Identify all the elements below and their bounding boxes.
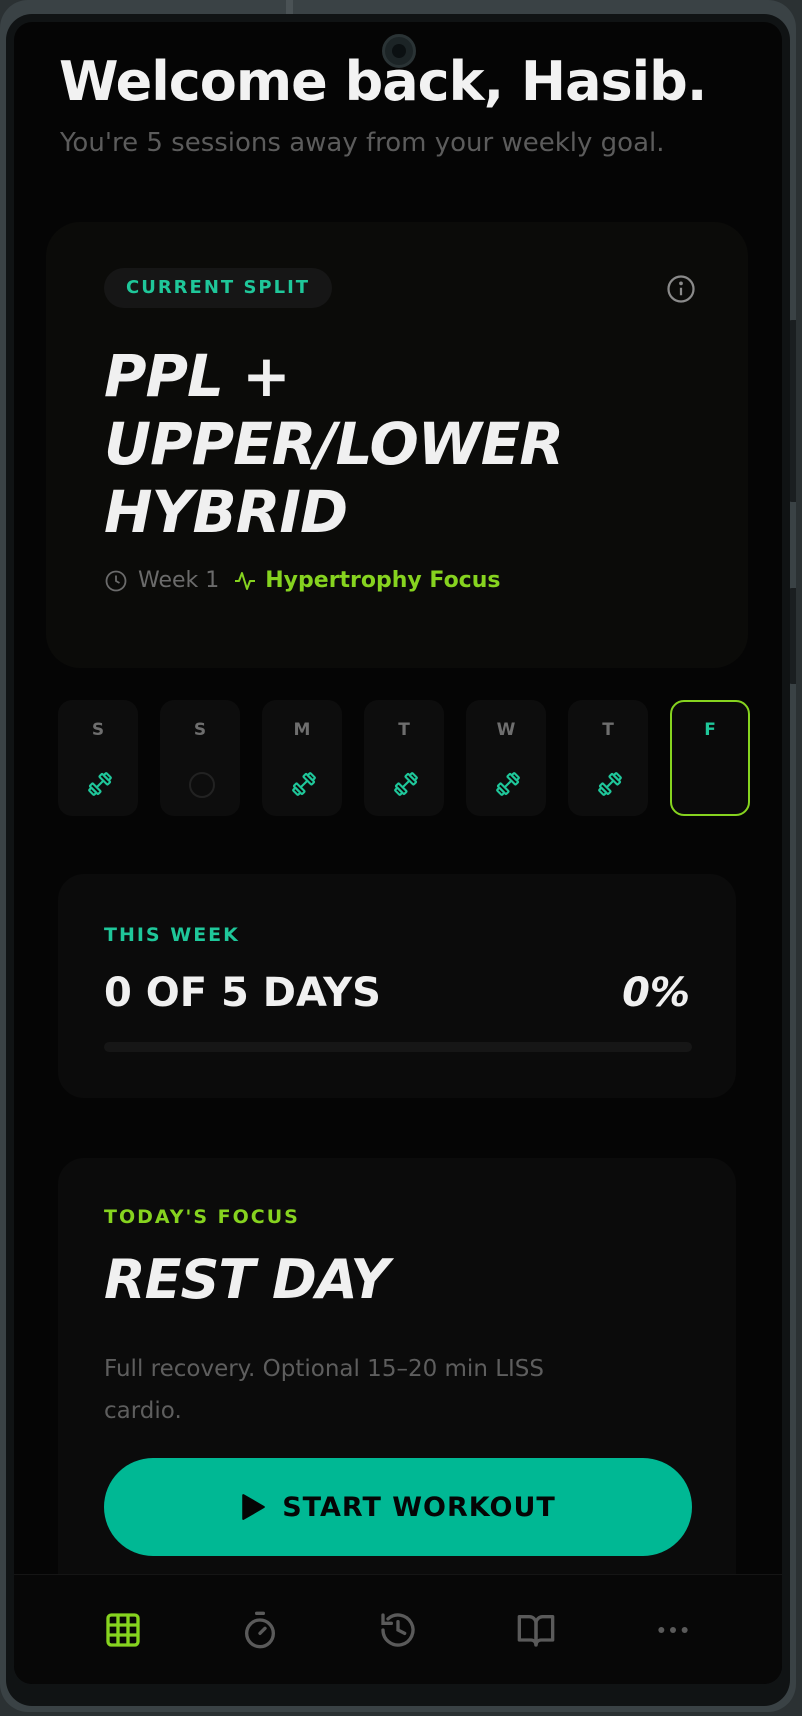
bottom-nav: [14, 1574, 782, 1684]
day-letter: T: [398, 720, 410, 740]
day-cell[interactable]: F: [670, 700, 750, 816]
nav-library[interactable]: [514, 1608, 558, 1652]
this-week-card: THIS WEEK 0 OF 5 DAYS 0%: [58, 874, 736, 1098]
nav-timer[interactable]: [238, 1608, 282, 1652]
nav-grid[interactable]: [101, 1608, 145, 1652]
day-letter: S: [193, 720, 207, 740]
info-icon[interactable]: [666, 274, 696, 304]
current-split-badge: CURRENT SPLIT: [104, 268, 333, 308]
day-cell[interactable]: S: [160, 700, 240, 816]
start-workout-button[interactable]: START WORKOUT: [104, 1458, 692, 1556]
week-percent: 0%: [622, 970, 690, 1016]
week-progress-bar: [104, 1042, 692, 1052]
day-letter: F: [704, 720, 716, 740]
day-cell[interactable]: T: [364, 700, 444, 816]
more-icon: [658, 1626, 688, 1633]
app-screen: Welcome back, Hasib. You're 5 sessions a…: [14, 22, 782, 1684]
history-icon: [381, 1612, 415, 1647]
dumbbell-icon: [86, 770, 114, 798]
todays-focus-label: TODAY'S FOCUS: [104, 1206, 300, 1228]
stopwatch-icon: [245, 1611, 276, 1648]
antenna-line: [286, 0, 293, 14]
split-title-line: PPL +: [104, 342, 291, 410]
day-cell[interactable]: W: [466, 700, 546, 816]
day-cell[interactable]: T: [568, 700, 648, 816]
start-workout-label: START WORKOUT: [282, 1491, 556, 1523]
activity-icon: [235, 571, 256, 590]
welcome-heading: Welcome back, Hasib.: [59, 50, 707, 113]
days-count: 0 OF 5 DAYS: [104, 970, 381, 1016]
book-icon: [517, 1614, 554, 1647]
dumbbell-icon: [494, 770, 522, 798]
empty-circle-icon: [189, 772, 215, 798]
focus-label: Hypertrophy Focus: [265, 568, 501, 593]
day-letter: S: [91, 720, 105, 740]
dumbbell-icon: [290, 770, 318, 798]
current-split-card[interactable]: CURRENT SPLIT PPL + UPPER/LOWER HYBRID W…: [46, 222, 748, 668]
day-letter: T: [602, 720, 614, 740]
nav-more[interactable]: [651, 1608, 695, 1652]
this-week-label: THIS WEEK: [104, 924, 240, 946]
week-day-strip: SSMTWTF: [58, 700, 750, 816]
grid-icon: [106, 1612, 140, 1647]
play-icon: [242, 1494, 266, 1520]
split-title: PPL + UPPER/LOWER HYBRID: [104, 342, 564, 546]
split-meta: Week 1 Hypertrophy Focus: [104, 568, 500, 593]
split-title-line: HYBRID: [104, 478, 348, 546]
todays-focus-description: Full recovery. Optional 15–20 min LISS c…: [104, 1356, 545, 1424]
day-letter: W: [496, 720, 516, 740]
front-camera: [382, 34, 416, 68]
todays-focus-title: REST DAY: [104, 1248, 390, 1311]
device-frame: Welcome back, Hasib. You're 5 sessions a…: [0, 0, 796, 1712]
week-label: Week 1: [138, 568, 220, 593]
goal-subtitle: You're 5 sessions away from your weekly …: [60, 128, 665, 158]
dumbbell-icon: [596, 770, 624, 798]
day-letter: M: [293, 720, 311, 740]
day-cell[interactable]: M: [262, 700, 342, 816]
day-cell[interactable]: S: [58, 700, 138, 816]
dumbbell-icon: [392, 770, 420, 798]
nav-history[interactable]: [376, 1608, 420, 1652]
clock-icon: [105, 570, 127, 591]
split-title-line: UPPER/LOWER: [104, 410, 564, 478]
